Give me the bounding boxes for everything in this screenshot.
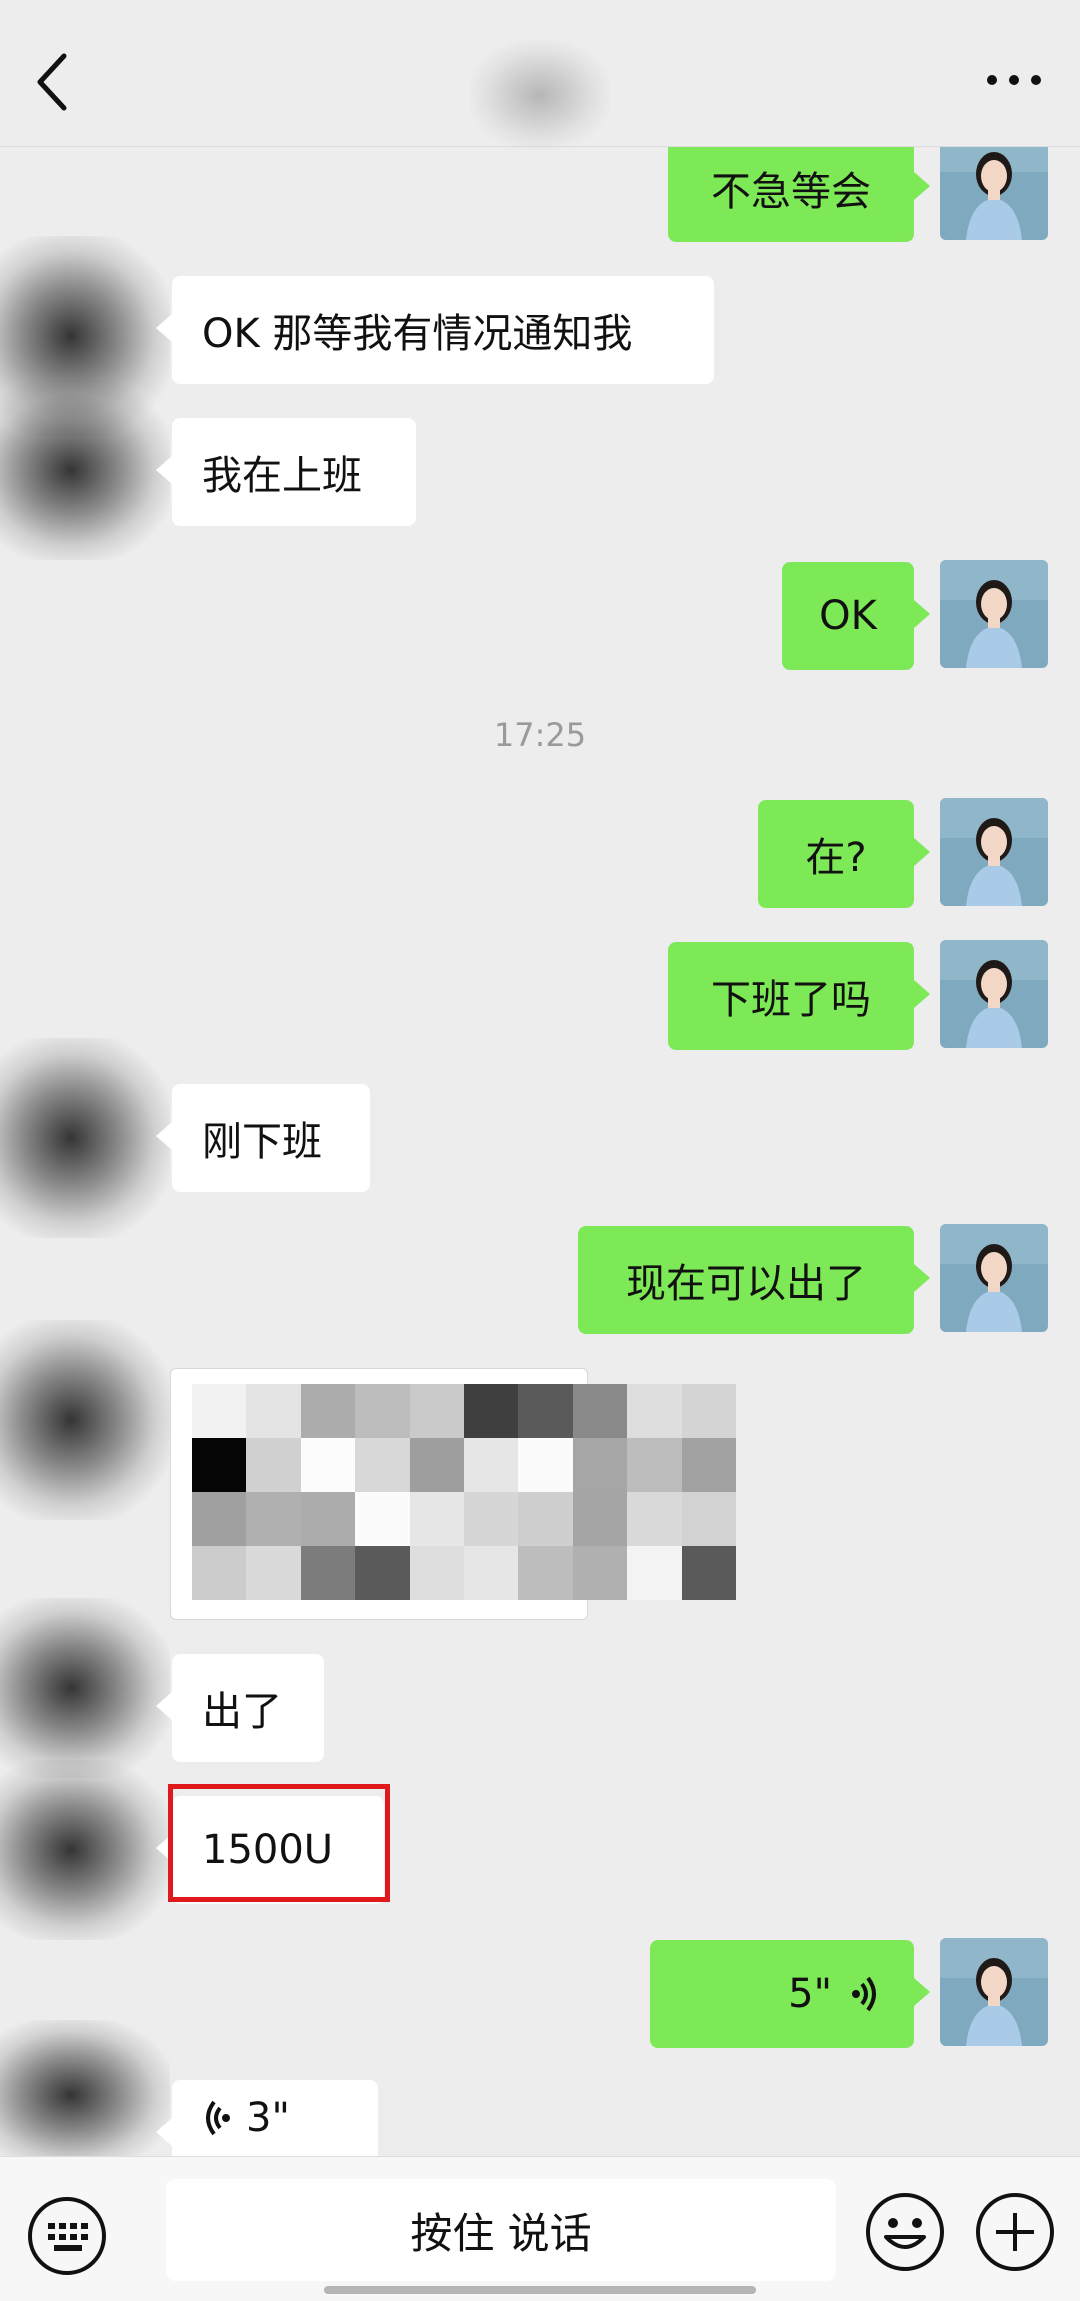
avatar[interactable] bbox=[0, 1760, 170, 1940]
message-text: 我在上班 bbox=[202, 453, 362, 499]
avatar[interactable] bbox=[0, 1038, 170, 1238]
keyboard-icon[interactable] bbox=[26, 2195, 108, 2277]
message-sent[interactable]: 现在可以出了 bbox=[578, 1226, 930, 1334]
message-sent[interactable]: 在? bbox=[758, 800, 930, 908]
message-text: 现在可以出了 bbox=[626, 1261, 866, 1307]
input-bar: 按住 说话 bbox=[0, 2156, 1080, 2301]
message-text: 下班了吗 bbox=[711, 977, 871, 1023]
avatar[interactable] bbox=[940, 132, 1048, 240]
avatar[interactable] bbox=[940, 1938, 1048, 2046]
message-received[interactable]: 出了 bbox=[156, 1654, 324, 1762]
back-arrow-icon[interactable] bbox=[26, 42, 86, 122]
avatar[interactable] bbox=[0, 1598, 170, 1778]
hold-to-talk-button[interactable]: 按住 说话 bbox=[166, 2179, 836, 2281]
emoji-icon[interactable] bbox=[864, 2191, 946, 2273]
message-text: 出了 bbox=[202, 1689, 282, 1735]
contact-name-redacted bbox=[470, 40, 610, 150]
message-text: OK 那等我有情况通知我 bbox=[202, 311, 633, 357]
message-text: 刚下班 bbox=[202, 1119, 322, 1165]
avatar[interactable] bbox=[0, 380, 170, 560]
voice-duration: 5" bbox=[788, 1971, 832, 2017]
voice-duration: 3" bbox=[246, 2095, 290, 2141]
voice-wave-icon bbox=[206, 2100, 230, 2136]
message-text: 在? bbox=[805, 835, 867, 881]
voice-message-received[interactable]: 3" bbox=[156, 2080, 378, 2156]
message-received[interactable]: 我在上班 bbox=[156, 418, 416, 526]
avatar[interactable] bbox=[940, 798, 1048, 906]
timestamp: 17:25 bbox=[493, 716, 587, 754]
message-received[interactable]: 刚下班 bbox=[156, 1084, 370, 1192]
home-indicator[interactable] bbox=[324, 2286, 756, 2294]
message-sent[interactable]: OK bbox=[782, 562, 930, 670]
chat-header bbox=[0, 0, 1080, 150]
message-text: 不急等会 bbox=[711, 169, 871, 215]
message-sent[interactable]: 不急等会 bbox=[668, 134, 930, 242]
avatar[interactable] bbox=[0, 1320, 170, 1520]
message-sent[interactable]: 下班了吗 bbox=[668, 942, 930, 1050]
avatar[interactable] bbox=[940, 940, 1048, 1048]
pixelated-image bbox=[192, 1384, 736, 1600]
voice-wave-icon bbox=[852, 1976, 876, 2012]
voice-message-sent[interactable]: 5" bbox=[650, 1940, 930, 2048]
message-text: OK bbox=[819, 593, 877, 639]
plus-icon[interactable] bbox=[974, 2191, 1056, 2273]
more-dots-icon[interactable] bbox=[982, 60, 1046, 100]
highlight-box bbox=[168, 1784, 390, 1902]
avatar[interactable] bbox=[940, 1224, 1048, 1332]
avatar[interactable] bbox=[940, 560, 1048, 668]
avatar[interactable] bbox=[0, 2020, 170, 2170]
message-received[interactable]: OK 那等我有情况通知我 bbox=[156, 276, 714, 384]
